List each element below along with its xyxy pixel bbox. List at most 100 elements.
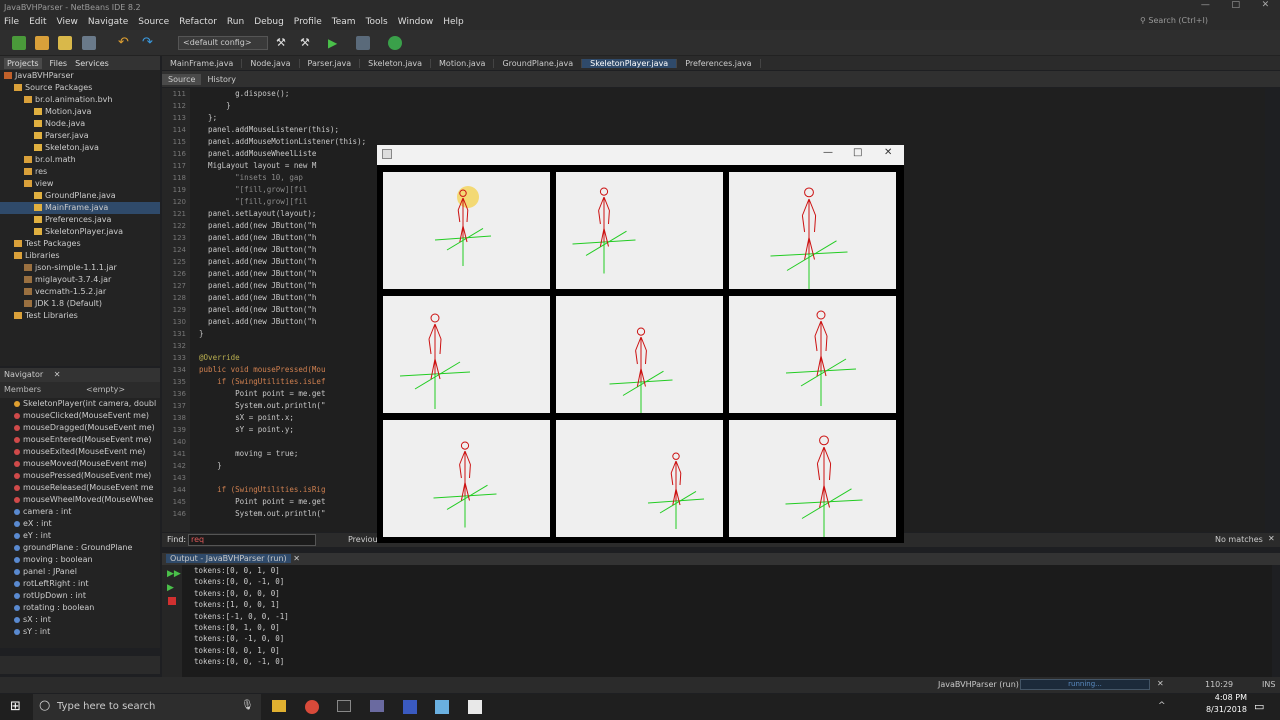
minimize-button[interactable]: — xyxy=(1201,0,1210,14)
navigator-item[interactable]: mouseDragged(MouseEvent me) xyxy=(0,422,160,434)
left-tab-services[interactable]: Services xyxy=(75,59,109,68)
tree-item[interactable]: Source Packages xyxy=(0,82,160,94)
navigator-item[interactable]: sX : int xyxy=(0,614,160,626)
open-project-icon[interactable] xyxy=(58,36,72,50)
menu-help[interactable]: Help xyxy=(443,17,464,27)
tree-item[interactable]: GroundPlane.java xyxy=(0,190,160,202)
skeleton-viewport[interactable] xyxy=(729,296,896,413)
tree-item[interactable]: Preferences.java xyxy=(0,214,160,226)
java-app-icon[interactable] xyxy=(468,700,482,714)
editor-tab[interactable]: MainFrame.java xyxy=(162,58,243,68)
tree-item[interactable]: Motion.java xyxy=(0,106,160,118)
tree-item[interactable]: Parser.java xyxy=(0,130,160,142)
tray-chevron-icon[interactable]: ^ xyxy=(1158,701,1166,711)
navigator-item[interactable]: mouseClicked(MouseEvent me) xyxy=(0,410,160,422)
redo-icon[interactable]: ↷ xyxy=(142,36,156,50)
navigator-item[interactable]: sY : int xyxy=(0,626,160,638)
taskbar-search[interactable]: ○ Type here to search 🎙 xyxy=(33,694,261,720)
left-tab-files[interactable]: Files xyxy=(50,59,68,68)
navigator-close-icon[interactable]: ✕ xyxy=(54,370,61,379)
navigator-item[interactable]: mousePressed(MouseEvent me) xyxy=(0,470,160,482)
menu-profile[interactable]: Profile xyxy=(294,17,322,27)
netbeans-icon[interactable] xyxy=(435,700,449,714)
skeleton-viewport[interactable] xyxy=(556,172,723,289)
new-file-icon[interactable] xyxy=(35,36,49,50)
tree-item[interactable]: Skeleton.java xyxy=(0,142,160,154)
notifications-icon[interactable]: ▭ xyxy=(1254,700,1264,713)
tree-item[interactable]: json-simple-1.1.1.jar xyxy=(0,262,160,274)
navigator-item[interactable]: groundPlane : GroundPlane xyxy=(0,542,160,554)
tree-item[interactable]: br.ol.math xyxy=(0,154,160,166)
source-tab-history[interactable]: History xyxy=(201,74,241,85)
navigator-item[interactable]: mouseEntered(MouseEvent me) xyxy=(0,434,160,446)
editor-tab[interactable]: Node.java xyxy=(242,58,300,68)
config-select[interactable]: <default config> xyxy=(178,36,268,50)
tree-item[interactable]: SkeletonPlayer.java xyxy=(0,226,160,238)
player-minimize-button[interactable]: — xyxy=(823,147,833,158)
editor-tab[interactable]: GroundPlane.java xyxy=(494,58,583,68)
output-console[interactable]: tokens:[0, 0, 1, 0] tokens:[0, 0, -1, 0] t… xyxy=(182,565,1272,677)
debug-icon[interactable] xyxy=(356,36,370,50)
file-explorer-icon[interactable] xyxy=(272,700,286,712)
skeleton-player-window[interactable]: — □ ✕ xyxy=(377,145,904,543)
tree-item[interactable]: br.ol.animation.bvh xyxy=(0,94,160,106)
navigator-item[interactable]: rotUpDown : int xyxy=(0,590,160,602)
output-close-icon[interactable]: ✕ xyxy=(293,554,300,563)
menu-navigate[interactable]: Navigate xyxy=(88,17,128,27)
find-close-icon[interactable]: ✕ xyxy=(1268,534,1275,543)
tree-item[interactable]: Node.java xyxy=(0,118,160,130)
members-select[interactable]: Members xyxy=(4,385,41,394)
left-tab-projects[interactable]: Projects xyxy=(4,57,42,69)
editor-tab[interactable]: SkeletonPlayer.java xyxy=(582,58,678,68)
navigator-item[interactable]: panel : JPanel xyxy=(0,566,160,578)
windows-start-icon[interactable]: ⊞ xyxy=(10,699,21,714)
empty-select[interactable]: <empty> xyxy=(86,385,125,394)
navigator-item[interactable]: camera : int xyxy=(0,506,160,518)
player-close-button[interactable]: ✕ xyxy=(884,147,892,158)
menu-refactor[interactable]: Refactor xyxy=(179,17,217,27)
clean-build-icon[interactable]: ⚒ xyxy=(300,36,314,50)
navigator-item[interactable]: SkeletonPlayer(int camera, doubl xyxy=(0,398,160,410)
skeleton-viewport[interactable] xyxy=(383,172,550,289)
tree-item[interactable]: view xyxy=(0,178,160,190)
find-input[interactable]: req xyxy=(188,534,316,546)
editor-tab[interactable]: Preferences.java xyxy=(677,58,761,68)
tree-item[interactable]: Libraries xyxy=(0,250,160,262)
chrome-icon[interactable] xyxy=(305,700,319,714)
visual-studio-icon[interactable] xyxy=(403,700,417,714)
new-project-icon[interactable] xyxy=(12,36,26,50)
rerun-icon[interactable]: ▶▶ xyxy=(162,565,182,579)
navigator-item[interactable]: rotating : boolean xyxy=(0,602,160,614)
tree-item[interactable]: MainFrame.java xyxy=(0,202,160,214)
tree-item[interactable]: vecmath-1.5.2.jar xyxy=(0,286,160,298)
tree-item[interactable]: res xyxy=(0,166,160,178)
undo-icon[interactable]: ↶ xyxy=(118,36,132,50)
tree-item[interactable]: miglayout-3.7.4.jar xyxy=(0,274,160,286)
editor-tab[interactable]: Skeleton.java xyxy=(360,58,432,68)
tree-item[interactable]: Test Libraries xyxy=(0,310,160,322)
menu-file[interactable]: File xyxy=(4,17,19,27)
clock-time[interactable]: 4:08 PM xyxy=(1207,693,1247,702)
menu-source[interactable]: Source xyxy=(138,17,169,27)
build-icon[interactable]: ⚒ xyxy=(276,36,290,50)
skeleton-viewport[interactable] xyxy=(556,296,723,414)
player-maximize-button[interactable]: □ xyxy=(853,147,862,158)
terminal-icon[interactable] xyxy=(337,700,351,712)
close-button[interactable]: ✕ xyxy=(1262,0,1270,14)
stop-icon[interactable] xyxy=(168,597,176,605)
skeleton-viewport[interactable] xyxy=(383,296,550,413)
save-all-icon[interactable] xyxy=(82,36,96,50)
rerun-settings-icon[interactable]: ▶ xyxy=(162,579,182,593)
skeleton-viewport[interactable] xyxy=(383,420,550,537)
navigator-item[interactable]: mouseReleased(MouseEvent me xyxy=(0,482,160,494)
menu-debug[interactable]: Debug xyxy=(254,17,284,27)
navigator-item[interactable]: mouseWheelMoved(MouseWhee xyxy=(0,494,160,506)
navigator-item[interactable]: mouseMoved(MouseEvent me) xyxy=(0,458,160,470)
navigator-item[interactable]: eY : int xyxy=(0,530,160,542)
profile-icon[interactable] xyxy=(388,36,402,50)
navigator-item[interactable]: mouseExited(MouseEvent me) xyxy=(0,446,160,458)
skeleton-viewport[interactable] xyxy=(729,172,896,293)
source-tab-source[interactable]: Source xyxy=(162,73,202,85)
menu-team[interactable]: Team xyxy=(332,17,356,27)
tree-item[interactable]: JDK 1.8 (Default) xyxy=(0,298,160,310)
